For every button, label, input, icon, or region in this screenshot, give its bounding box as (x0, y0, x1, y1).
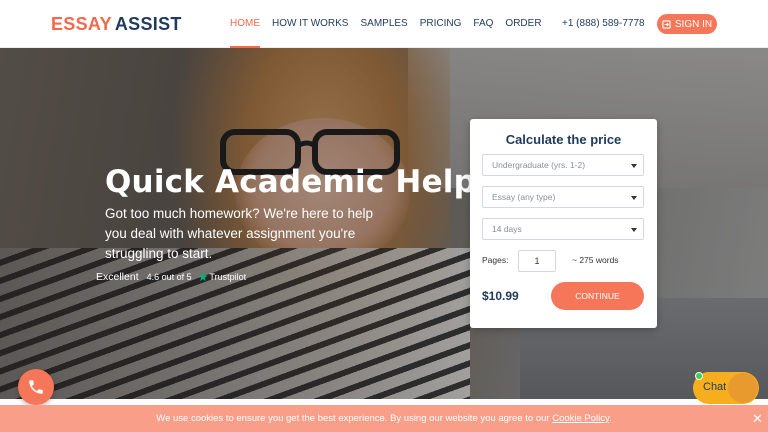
price-value: $10.99 (482, 289, 519, 303)
caret-down-icon (631, 196, 637, 200)
price-calculator: Calculate the price Undergraduate (yrs. … (470, 119, 657, 328)
cookie-banner: We use cookies to ensure you get the bes… (0, 405, 768, 432)
caret-down-icon (631, 228, 637, 232)
trustpilot-widget[interactable]: Excellent 4.6 out of 5 ★ Trustpilot (96, 270, 246, 284)
phone-icon (29, 380, 43, 394)
academic-level-value: Undergraduate (yrs. 1-2) (492, 160, 586, 170)
cookie-message: We use cookies to ensure you get the bes… (0, 413, 768, 424)
nav-home[interactable]: HOME (230, 18, 260, 48)
logo[interactable]: ESSAY ASSIST (51, 14, 182, 35)
calculator-title: Calculate the price (505, 132, 622, 147)
pages-input[interactable]: 1 (518, 250, 556, 272)
chat-agent-avatar (728, 373, 758, 403)
pages-row: Pages: 1 ~ 275 words (482, 250, 644, 272)
logo-essay: ESSAY (51, 14, 112, 34)
word-count: ~ 275 words (572, 255, 619, 265)
cookie-period: . (609, 413, 612, 424)
trust-rating: 4.6 out of 5 (146, 272, 192, 282)
nav-samples[interactable]: SAMPLES (360, 18, 407, 48)
academic-level-select[interactable]: Undergraduate (yrs. 1-2) (482, 154, 644, 176)
close-icon[interactable]: ✕ (752, 411, 763, 427)
nav-order[interactable]: ORDER (505, 18, 541, 48)
continue-button[interactable]: CONTINUE (551, 282, 644, 310)
nav-how-it-works[interactable]: HOW IT WORKS (272, 18, 348, 48)
hero-description: Got too much homework? We're here to hel… (105, 206, 373, 261)
paper-type-value: Essay (any type) (492, 192, 556, 202)
deadline-value: 14 days (492, 224, 522, 234)
chat-widget[interactable]: Chat (693, 372, 759, 404)
paper-type-select[interactable]: Essay (any type) (482, 186, 644, 208)
chat-label: Chat (703, 381, 727, 393)
call-button[interactable] (18, 369, 54, 405)
pages-label: Pages: (482, 255, 509, 265)
caret-down-icon (631, 164, 637, 168)
trustpilot-label: Trustpilot (209, 272, 247, 282)
trust-excellent: Excellent (96, 271, 139, 283)
trustpilot-brand: ★ Trustpilot (198, 270, 246, 284)
nav-faq[interactable]: FAQ (473, 18, 493, 48)
cookie-policy-link[interactable]: Cookie Policy (552, 413, 609, 424)
star-icon: ★ (197, 270, 209, 284)
online-status-dot (695, 372, 703, 380)
site-header: ESSAY ASSIST HOME HOW IT WORKS SAMPLES PR… (0, 0, 768, 48)
deadline-select[interactable]: 14 days (482, 218, 644, 240)
logo-assist: ASSIST (114, 14, 182, 34)
sign-in-button[interactable]: SIGN IN (657, 14, 717, 34)
cookie-text: We use cookies to ensure you get the bes… (156, 413, 550, 424)
sign-in-label: SIGN IN (674, 18, 713, 30)
sign-in-icon (662, 19, 671, 29)
main-nav: HOME HOW IT WORKS SAMPLES PRICING FAQ OR… (230, 18, 554, 48)
header-phone[interactable]: +1 (888) 589-7778 (562, 18, 645, 29)
hero-title: Quick Academic Help (105, 164, 477, 200)
nav-pricing[interactable]: PRICING (420, 18, 462, 48)
